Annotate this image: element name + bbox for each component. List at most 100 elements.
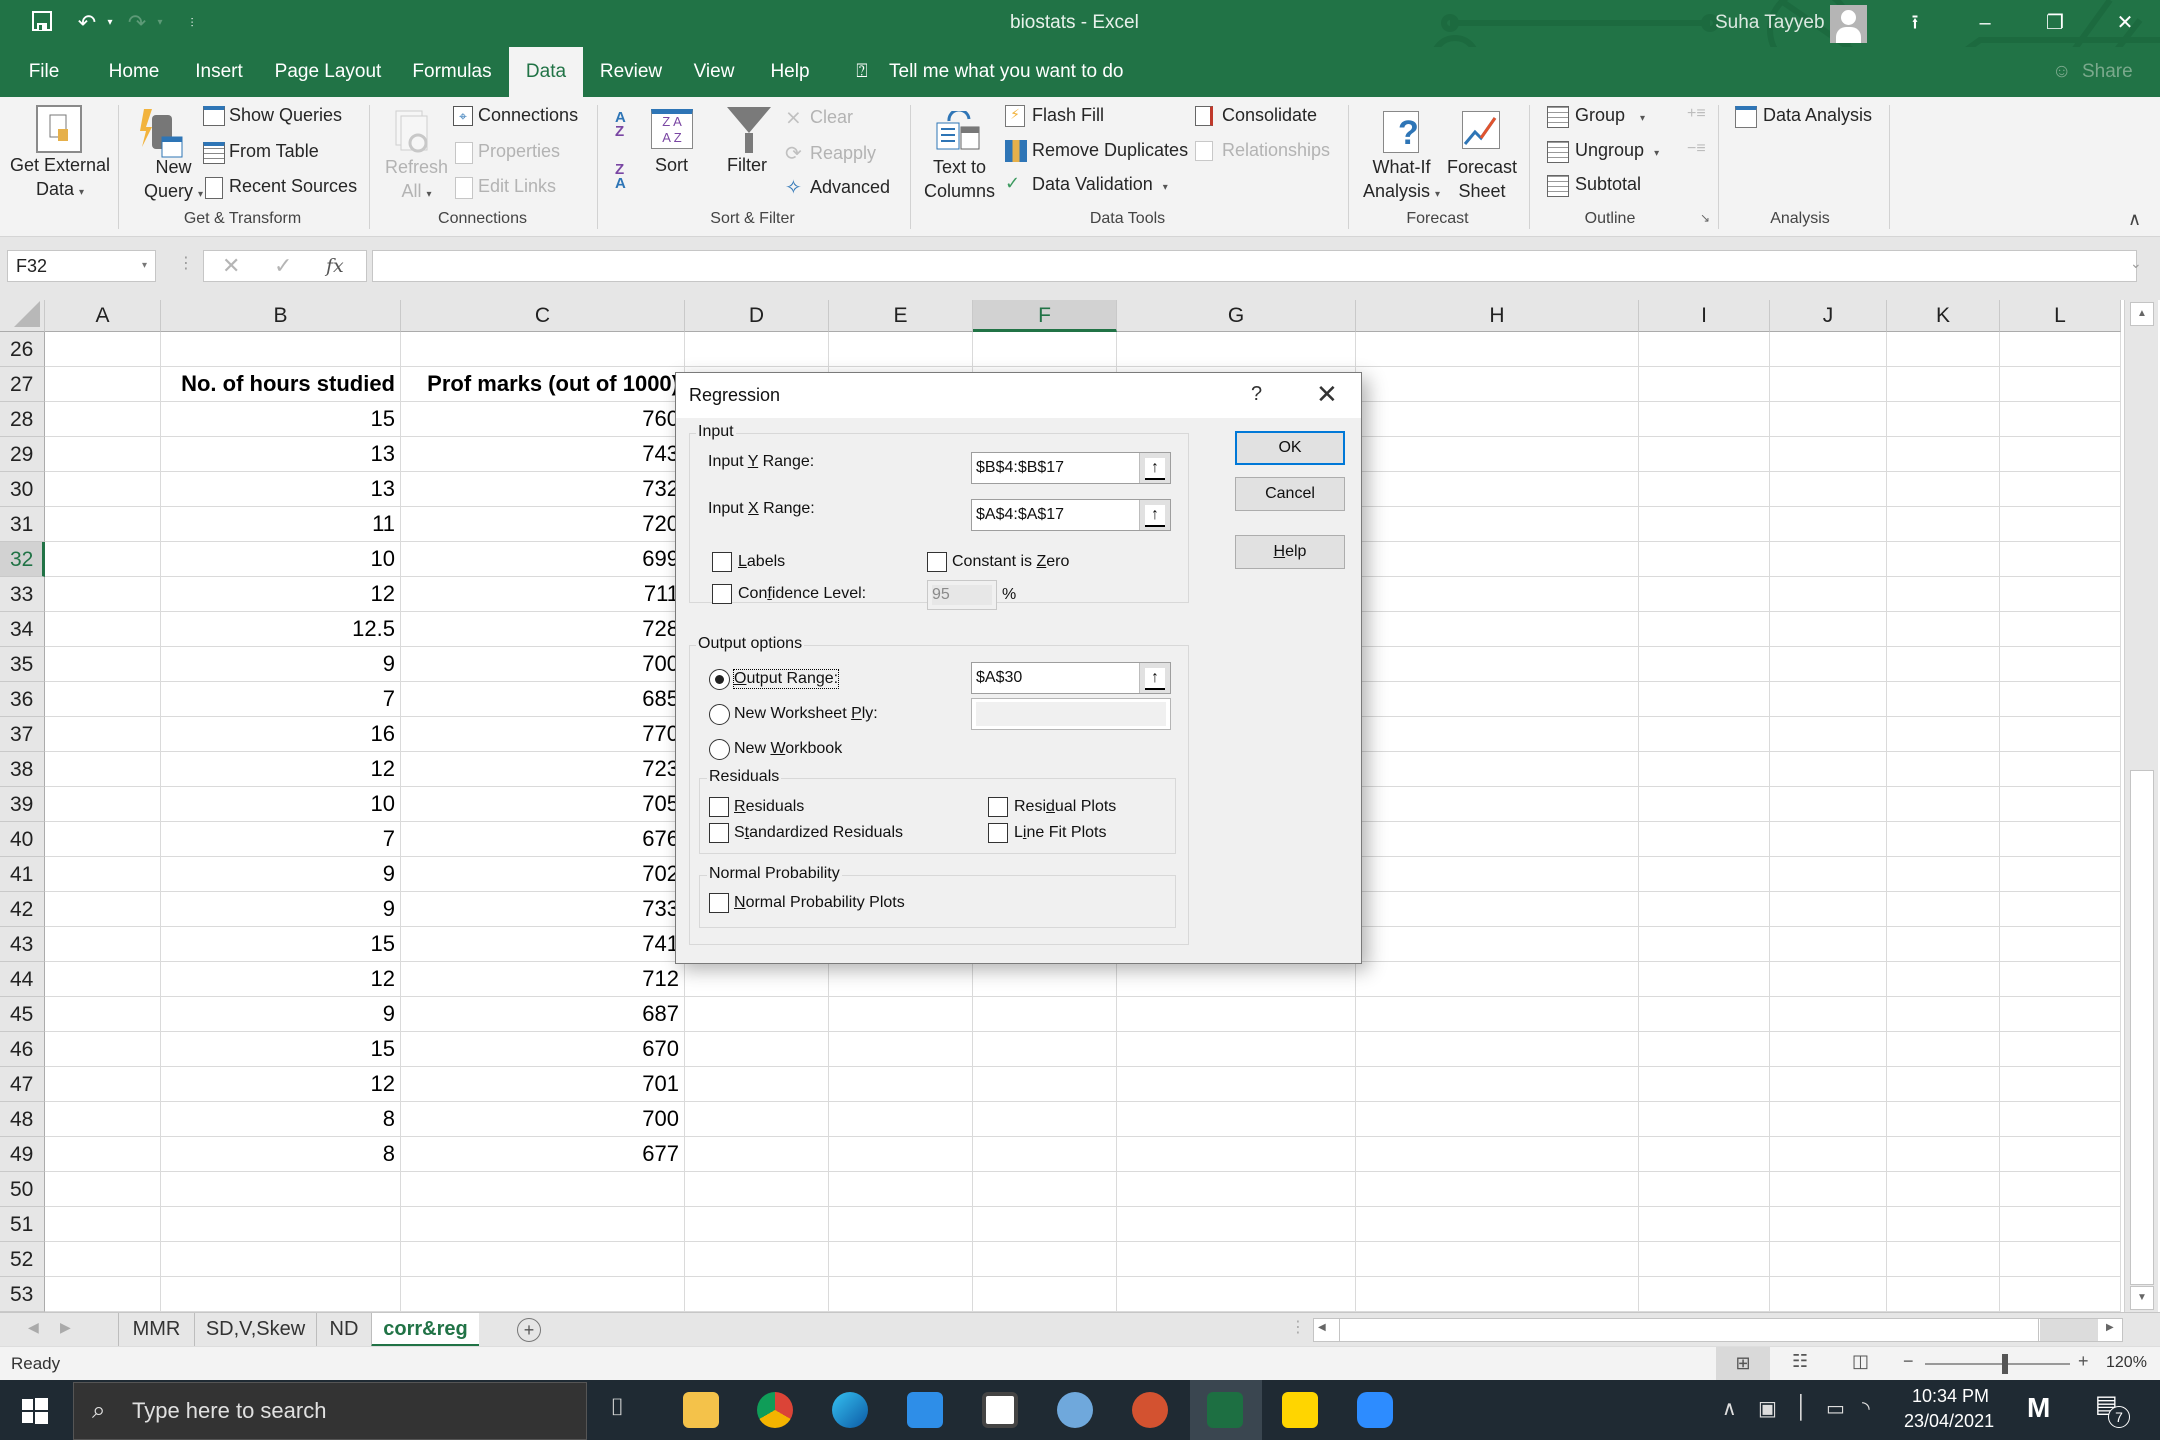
scroll-left-icon[interactable]: ◀ bbox=[1318, 1322, 1326, 1333]
cell-b38[interactable]: 12 bbox=[161, 752, 401, 787]
cell-b47[interactable]: 12 bbox=[161, 1067, 401, 1102]
cell-d46[interactable] bbox=[685, 1032, 829, 1067]
cell-l33[interactable] bbox=[2000, 577, 2121, 612]
cell-k42[interactable] bbox=[1887, 892, 2000, 927]
output-range-radio[interactable] bbox=[709, 669, 730, 690]
cell-i49[interactable] bbox=[1639, 1137, 1770, 1172]
cell-i39[interactable] bbox=[1639, 787, 1770, 822]
minimize-icon[interactable]: – bbox=[1950, 0, 2020, 47]
share-button[interactable]: Share bbox=[2082, 47, 2133, 97]
cell-g47[interactable] bbox=[1117, 1067, 1356, 1102]
cell-d26[interactable] bbox=[685, 332, 829, 367]
confirm-entry-icon[interactable]: ✓ bbox=[274, 253, 292, 279]
file-explorer-icon[interactable] bbox=[683, 1392, 719, 1428]
column-header-f[interactable]: F bbox=[973, 300, 1117, 332]
row-header-33[interactable]: 33 bbox=[0, 577, 45, 612]
cell-c26[interactable] bbox=[401, 332, 685, 367]
sheet-tab-nd[interactable]: ND bbox=[316, 1313, 371, 1347]
cell-g51[interactable] bbox=[1117, 1207, 1356, 1242]
cell-d48[interactable] bbox=[685, 1102, 829, 1137]
excel-icon[interactable] bbox=[1207, 1392, 1243, 1428]
ok-button[interactable]: OK bbox=[1235, 431, 1345, 465]
cell-j31[interactable] bbox=[1770, 507, 1887, 542]
cell-e45[interactable] bbox=[829, 997, 973, 1032]
cell-a43[interactable] bbox=[45, 927, 161, 962]
cell-k47[interactable] bbox=[1887, 1067, 2000, 1102]
scroll-right-icon[interactable]: ▶ bbox=[2106, 1322, 2114, 1333]
collapse-range-icon[interactable]: ↑ bbox=[1139, 663, 1170, 693]
cell-l36[interactable] bbox=[2000, 682, 2121, 717]
cell-h49[interactable] bbox=[1356, 1137, 1639, 1172]
consolidate-button[interactable]: Consolidate bbox=[1222, 105, 1317, 126]
select-all-button[interactable] bbox=[0, 300, 45, 332]
new-worksheet-ply-radio[interactable] bbox=[709, 704, 730, 725]
row-header-30[interactable]: 30 bbox=[0, 472, 45, 507]
cell-i41[interactable] bbox=[1639, 857, 1770, 892]
column-header-e[interactable]: E bbox=[829, 300, 973, 332]
cell-i43[interactable] bbox=[1639, 927, 1770, 962]
cell-k35[interactable] bbox=[1887, 647, 2000, 682]
cell-k52[interactable] bbox=[1887, 1242, 2000, 1277]
tab-view[interactable]: View bbox=[688, 47, 740, 97]
cell-c30[interactable]: 732 bbox=[401, 472, 685, 507]
taskbar-search-input[interactable]: ⌕ Type here to search bbox=[73, 1382, 587, 1440]
cell-h33[interactable] bbox=[1356, 577, 1639, 612]
cell-a47[interactable] bbox=[45, 1067, 161, 1102]
cell-h38[interactable] bbox=[1356, 752, 1639, 787]
cell-c29[interactable]: 743 bbox=[401, 437, 685, 472]
cell-c38[interactable]: 723 bbox=[401, 752, 685, 787]
cell-i38[interactable] bbox=[1639, 752, 1770, 787]
cell-h46[interactable] bbox=[1356, 1032, 1639, 1067]
cell-h30[interactable] bbox=[1356, 472, 1639, 507]
row-header-36[interactable]: 36 bbox=[0, 682, 45, 717]
group-button[interactable]: Group ▾ bbox=[1575, 105, 1645, 126]
sort-button[interactable]: Sort bbox=[655, 155, 688, 176]
zoom-in-button[interactable]: + bbox=[2078, 1351, 2089, 1372]
cell-f48[interactable] bbox=[973, 1102, 1117, 1137]
cancel-entry-icon[interactable]: ✕ bbox=[222, 253, 240, 279]
connections-button[interactable]: Connections bbox=[478, 105, 578, 126]
sheet-tab-mmr[interactable]: MMR bbox=[118, 1313, 194, 1347]
cell-j30[interactable] bbox=[1770, 472, 1887, 507]
row-header-31[interactable]: 31 bbox=[0, 507, 45, 542]
cell-e53[interactable] bbox=[829, 1277, 973, 1312]
cell-k48[interactable] bbox=[1887, 1102, 2000, 1137]
cell-l52[interactable] bbox=[2000, 1242, 2121, 1277]
row-header-45[interactable]: 45 bbox=[0, 997, 45, 1032]
cell-i50[interactable] bbox=[1639, 1172, 1770, 1207]
cell-j40[interactable] bbox=[1770, 822, 1887, 857]
help-question-icon[interactable]: ? bbox=[1251, 383, 1262, 406]
cell-h40[interactable] bbox=[1356, 822, 1639, 857]
cell-b42[interactable]: 9 bbox=[161, 892, 401, 927]
cell-e50[interactable] bbox=[829, 1172, 973, 1207]
cell-a27[interactable] bbox=[45, 367, 161, 402]
row-header-27[interactable]: 27 bbox=[0, 367, 45, 402]
cell-b34[interactable]: 12.5 bbox=[161, 612, 401, 647]
cell-j33[interactable] bbox=[1770, 577, 1887, 612]
cell-c34[interactable]: 728 bbox=[401, 612, 685, 647]
cell-i33[interactable] bbox=[1639, 577, 1770, 612]
cell-h26[interactable] bbox=[1356, 332, 1639, 367]
cell-j44[interactable] bbox=[1770, 962, 1887, 997]
row-header-52[interactable]: 52 bbox=[0, 1242, 45, 1277]
cell-a35[interactable] bbox=[45, 647, 161, 682]
cell-j27[interactable] bbox=[1770, 367, 1887, 402]
zoom-app-icon[interactable] bbox=[1357, 1392, 1393, 1428]
column-header-i[interactable]: I bbox=[1639, 300, 1770, 332]
cell-k46[interactable] bbox=[1887, 1032, 2000, 1067]
recent-sources-button[interactable]: Recent Sources bbox=[229, 176, 357, 197]
cell-b36[interactable]: 7 bbox=[161, 682, 401, 717]
meet-logo-icon[interactable]: M bbox=[2027, 1392, 2050, 1424]
cell-k30[interactable] bbox=[1887, 472, 2000, 507]
tab-data[interactable]: Data bbox=[509, 47, 583, 97]
math-icon[interactable] bbox=[1057, 1392, 1093, 1428]
cell-c53[interactable] bbox=[401, 1277, 685, 1312]
cell-j32[interactable] bbox=[1770, 542, 1887, 577]
cell-a38[interactable] bbox=[45, 752, 161, 787]
cell-e44[interactable] bbox=[829, 962, 973, 997]
cell-c50[interactable] bbox=[401, 1172, 685, 1207]
cell-c41[interactable]: 702 bbox=[401, 857, 685, 892]
cell-j34[interactable] bbox=[1770, 612, 1887, 647]
cell-f53[interactable] bbox=[973, 1277, 1117, 1312]
cell-f44[interactable] bbox=[973, 962, 1117, 997]
